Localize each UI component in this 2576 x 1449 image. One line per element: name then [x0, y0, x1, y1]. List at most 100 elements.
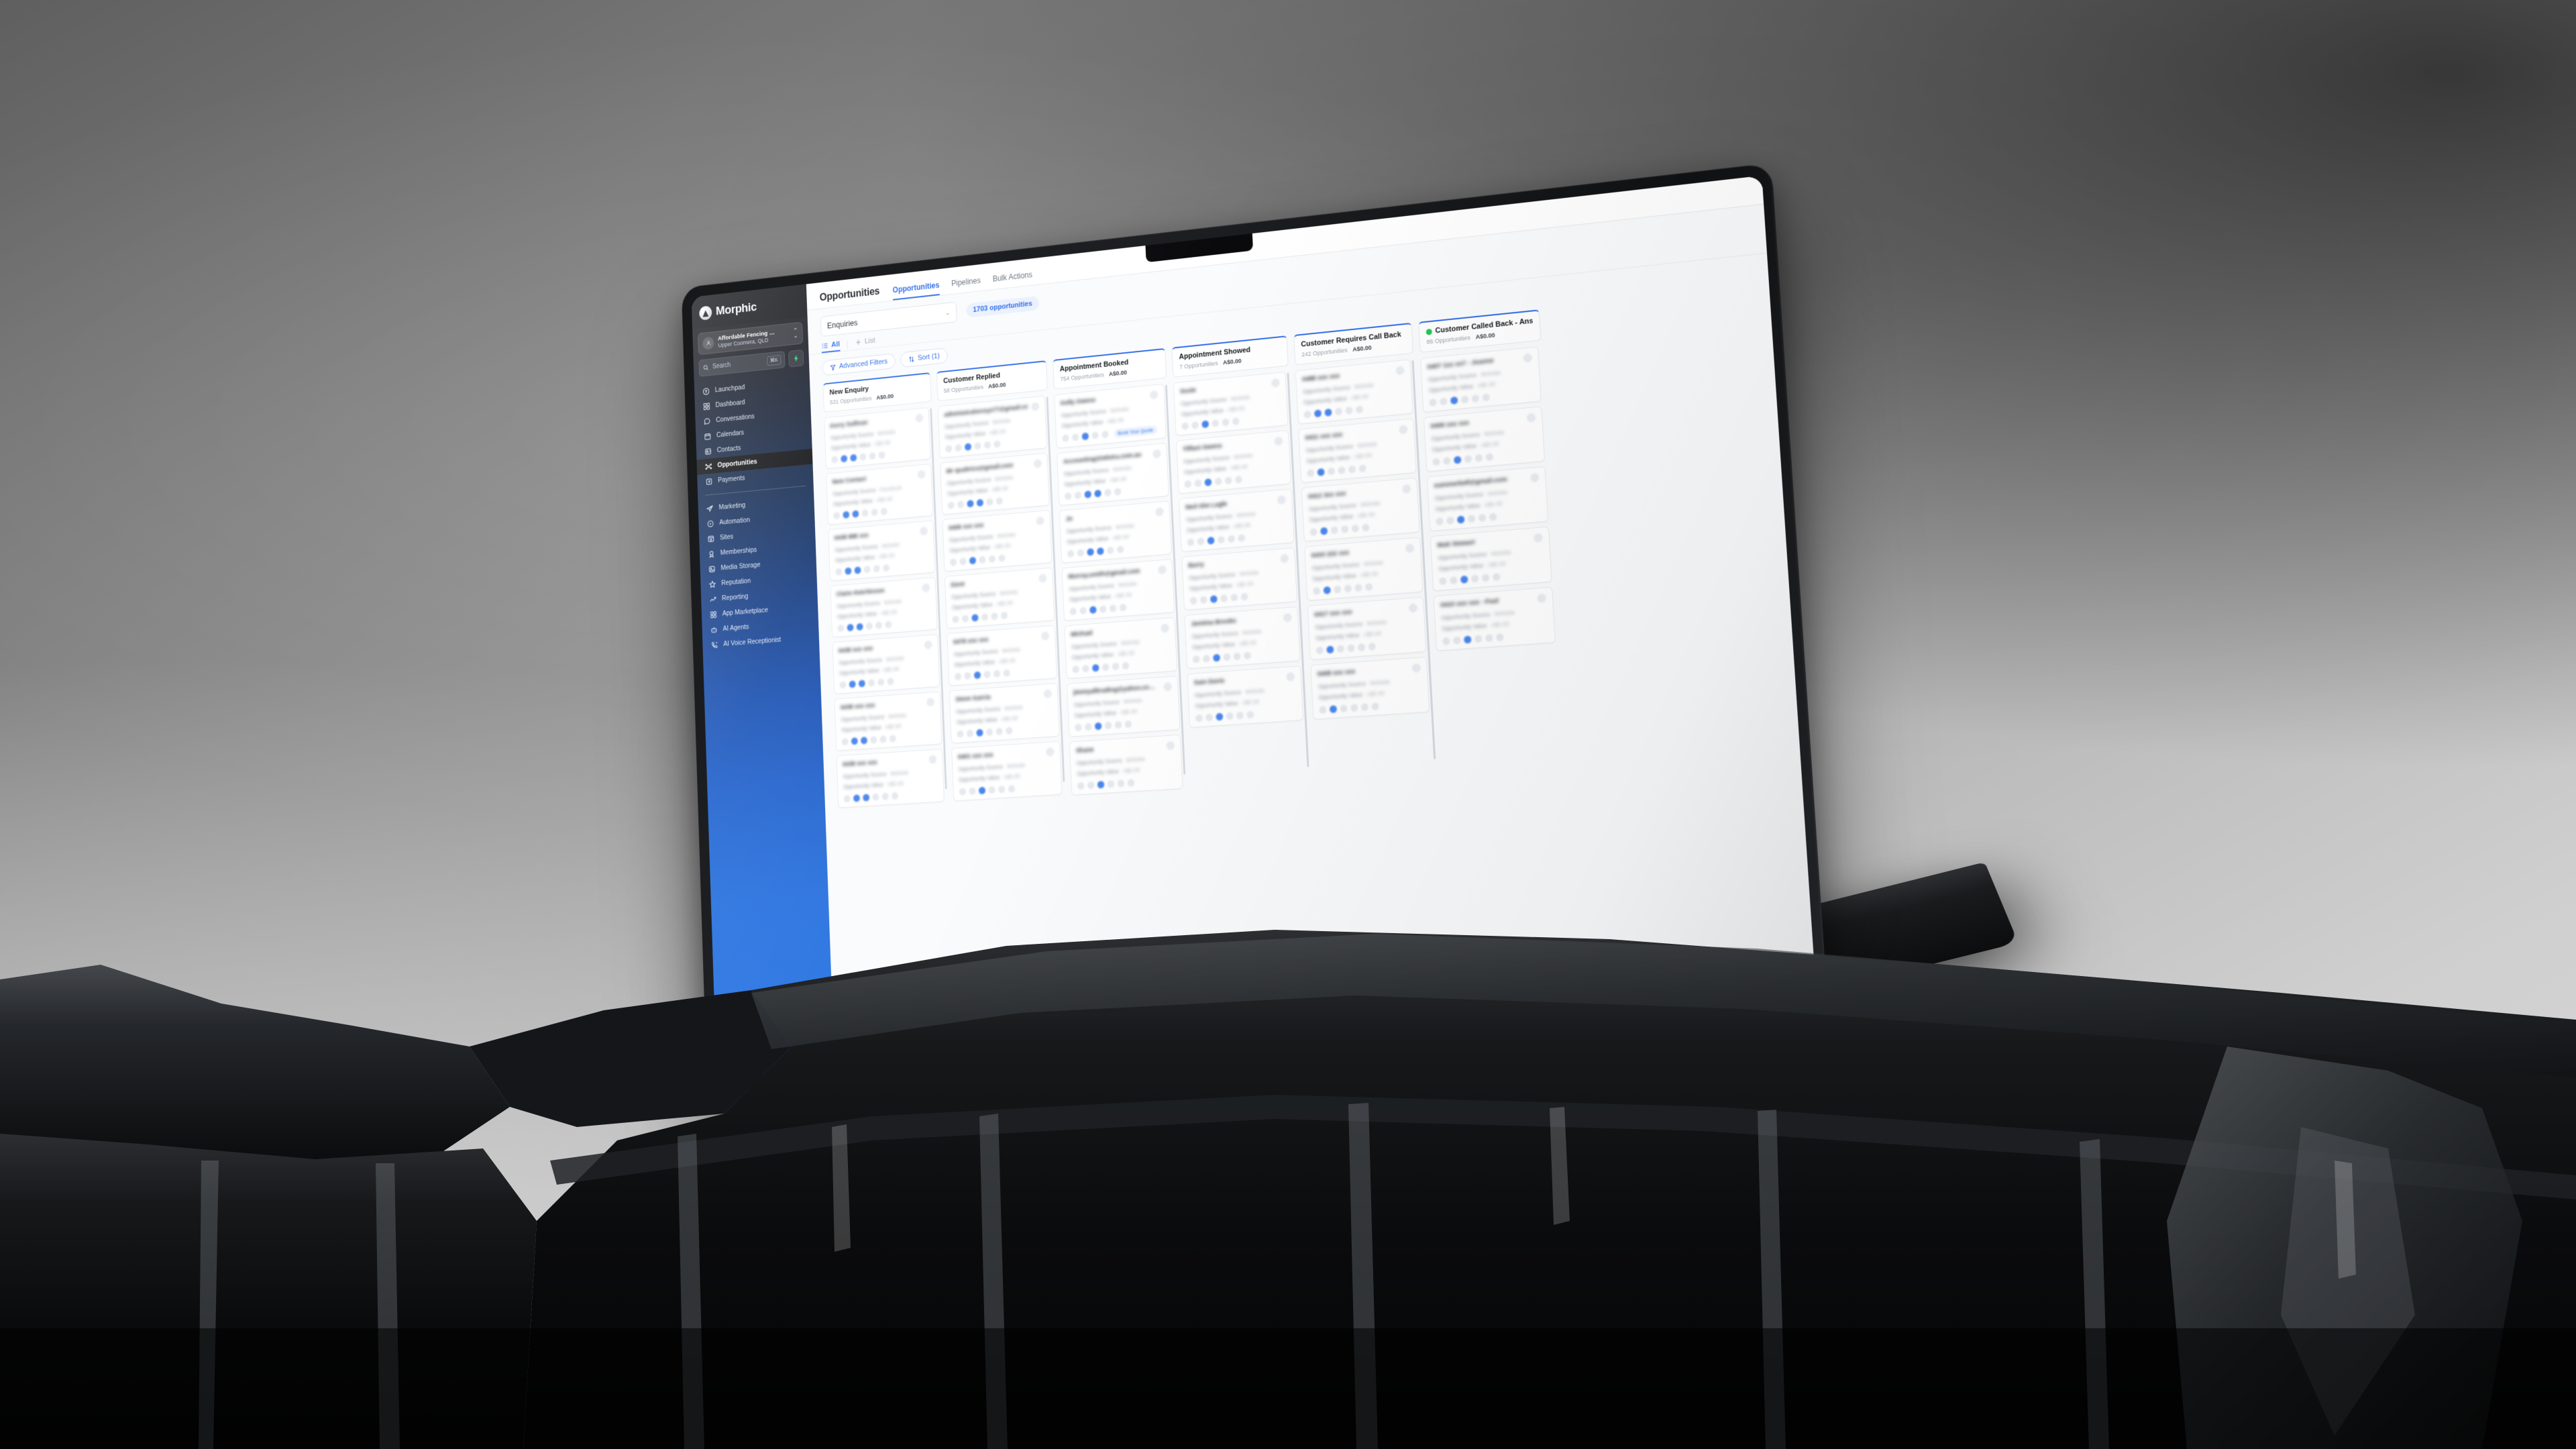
card-action-row[interactable]	[1192, 649, 1294, 663]
card-action-row[interactable]	[1442, 630, 1548, 645]
card-action-icon[interactable]	[1204, 478, 1212, 486]
opportunity-card[interactable]: 0438 xxx xxx Opportunity Source Website O…	[836, 749, 945, 808]
card-action-icon[interactable]	[849, 680, 856, 688]
card-action-icon[interactable]	[878, 451, 885, 460]
card-action-icon[interactable]	[1439, 577, 1447, 586]
card-action-icon[interactable]	[1360, 703, 1369, 711]
card-action-icon[interactable]	[839, 681, 847, 689]
card-action-icon[interactable]	[1091, 431, 1099, 439]
card-action-row[interactable]	[837, 618, 931, 633]
opportunity-card[interactable]: Barry Opportunity Source Website Opportun…	[1181, 547, 1297, 610]
card-action-icon[interactable]	[1191, 421, 1199, 429]
card-action-icon[interactable]	[871, 508, 878, 517]
opportunity-card[interactable]: Dave Opportunity Source Website Opportuni…	[944, 567, 1055, 629]
card-action-icon[interactable]	[983, 670, 991, 679]
card-action-icon[interactable]	[843, 511, 850, 519]
card-action-icon[interactable]	[1189, 596, 1197, 605]
card-action-icon[interactable]	[1197, 537, 1205, 545]
card-action-icon[interactable]	[1000, 611, 1008, 620]
card-action-icon[interactable]	[1470, 574, 1479, 583]
card-action-icon[interactable]	[859, 453, 867, 461]
card-action-icon[interactable]	[1236, 711, 1244, 720]
card-action-icon[interactable]	[1368, 642, 1377, 651]
card-action-icon[interactable]	[1212, 419, 1220, 427]
card-action-icon[interactable]	[949, 558, 957, 566]
card-action-icon[interactable]	[959, 788, 967, 796]
card-action-icon[interactable]	[973, 671, 981, 680]
card-action-icon[interactable]	[1127, 779, 1135, 787]
card-action-icon[interactable]	[869, 452, 876, 460]
card-action-row[interactable]	[843, 790, 938, 803]
card-action-icon[interactable]	[1069, 607, 1077, 616]
card-action-icon[interactable]	[880, 507, 888, 515]
card-action-icon[interactable]	[1336, 645, 1345, 653]
card-action-row[interactable]	[1313, 580, 1416, 595]
opportunity-card[interactable]: Claire Hutchinson Opportunity Source Webs…	[830, 577, 938, 638]
card-action-icon[interactable]	[959, 557, 967, 566]
card-action-icon[interactable]	[1082, 664, 1089, 673]
card-action-icon[interactable]	[1442, 637, 1450, 645]
card-action-row[interactable]	[1184, 472, 1285, 488]
card-action-icon[interactable]	[1436, 517, 1444, 526]
card-action-icon[interactable]	[856, 623, 863, 631]
card-action-icon[interactable]	[998, 554, 1006, 562]
card-action-icon[interactable]	[952, 615, 959, 623]
card-action-icon[interactable]	[976, 729, 983, 737]
card-action-icon[interactable]	[1210, 595, 1218, 603]
card-action-icon[interactable]	[1238, 534, 1246, 542]
card-action-icon[interactable]	[1071, 433, 1079, 441]
card-action-icon[interactable]	[1074, 491, 1082, 500]
column-header[interactable]: Customer Called Back - Ans… 86 Opportuni…	[1418, 309, 1542, 353]
sort-button[interactable]: Sort (1)	[900, 347, 948, 368]
card-action-icon[interactable]	[863, 566, 871, 574]
card-action-row[interactable]	[1303, 401, 1407, 419]
card-action-icon[interactable]	[1094, 489, 1102, 498]
card-action-row[interactable]	[833, 504, 926, 520]
card-action-icon[interactable]	[947, 501, 955, 510]
card-action-icon[interactable]	[1102, 663, 1110, 672]
card-action-icon[interactable]	[1214, 477, 1222, 486]
card-action-icon[interactable]	[1217, 535, 1225, 544]
card-action-row[interactable]	[1309, 520, 1413, 536]
card-action-icon[interactable]	[1233, 652, 1241, 661]
card-action-icon[interactable]	[983, 441, 991, 449]
opportunity-card[interactable]: Murray.smith@gmail.com Opportunity Sourc…	[1061, 558, 1175, 621]
card-action-row[interactable]	[949, 551, 1046, 566]
card-action-icon[interactable]	[841, 455, 848, 463]
card-action-icon[interactable]	[1496, 633, 1504, 642]
opportunity-card[interactable]: 0438 xxx xxx Opportunity Source Website O…	[834, 691, 943, 751]
card-action-row[interactable]	[947, 494, 1044, 510]
card-action-icon[interactable]	[1456, 515, 1465, 524]
card-action-row[interactable]	[1187, 531, 1287, 547]
card-action-icon[interactable]	[1005, 727, 1013, 735]
card-action-icon[interactable]	[1201, 420, 1210, 429]
card-action-icon[interactable]	[1319, 706, 1327, 714]
card-action-row[interactable]	[1436, 509, 1542, 526]
card-action-icon[interactable]	[841, 738, 849, 746]
card-action-icon[interactable]	[1307, 469, 1315, 478]
card-action-row[interactable]	[1432, 449, 1538, 466]
quick-action-button[interactable]	[788, 349, 804, 368]
opportunity-card[interactable]: Tiffani Owens Opportunity Source Website …	[1176, 429, 1291, 494]
card-action-icon[interactable]	[1246, 710, 1254, 719]
card-action-icon[interactable]	[1194, 479, 1202, 488]
card-action-icon[interactable]	[988, 786, 996, 794]
card-action-icon[interactable]	[1364, 583, 1373, 591]
card-action-icon[interactable]	[964, 672, 971, 680]
opportunity-card[interactable]: Jo Opportunity Source Website Opportunity…	[1059, 500, 1172, 564]
opportunity-card[interactable]: 0478 xxx xxx Opportunity Source Website O…	[947, 625, 1057, 686]
card-action-icon[interactable]	[1358, 464, 1366, 473]
column-header[interactable]: Customer Requires Call Back 242 Opportun…	[1293, 322, 1413, 366]
card-action-icon[interactable]	[1226, 712, 1234, 720]
card-action-icon[interactable]	[1471, 394, 1480, 402]
card-action-icon[interactable]	[1228, 535, 1236, 543]
card-action-icon[interactable]	[1330, 526, 1338, 535]
card-action-icon[interactable]	[985, 728, 994, 737]
card-action-icon[interactable]	[1474, 453, 1483, 462]
card-action-icon[interactable]	[833, 511, 841, 520]
card-action-icon[interactable]	[1224, 476, 1232, 485]
card-action-icon[interactable]	[875, 621, 883, 629]
card-action-icon[interactable]	[887, 678, 894, 686]
card-action-icon[interactable]	[1079, 606, 1087, 615]
view-tab-add-list[interactable]: List	[855, 337, 875, 350]
